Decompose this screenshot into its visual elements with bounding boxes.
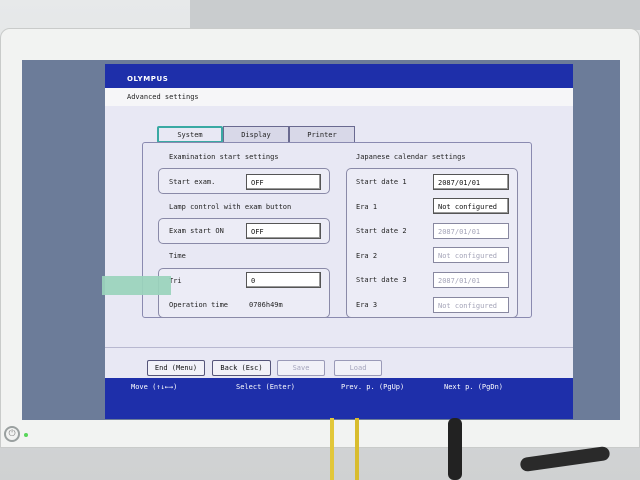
japanese-calendar-group xyxy=(346,168,518,318)
start-date-3-field: 2087/01/01 xyxy=(433,272,509,288)
start-date-3-label: Start date 3 xyxy=(356,276,407,284)
power-icon[interactable]: ⏻ xyxy=(4,426,20,442)
lamp-control-heading: Lamp control with exam button xyxy=(169,203,292,211)
next-page-hint: Next p. (PgDn) xyxy=(444,383,504,391)
cable-black xyxy=(448,418,462,480)
era-3-select: Not configured xyxy=(433,297,509,313)
trip-field[interactable]: 0 xyxy=(246,272,321,288)
tab-display[interactable]: Display xyxy=(223,126,289,142)
page-title: Advanced settings xyxy=(105,88,573,106)
back-esc-button[interactable]: Back (Esc) xyxy=(212,360,271,376)
cable-yellow-2 xyxy=(355,418,359,480)
wall-panel xyxy=(190,0,640,30)
start-exam-label: Start exam. xyxy=(169,178,216,186)
end-menu-button[interactable]: End (Menu) xyxy=(147,360,205,376)
move-hint: Move (↑↓←→) xyxy=(131,383,178,391)
brand-logo: OLYMPUS xyxy=(127,75,169,83)
start-date-1-label: Start date 1 xyxy=(356,178,407,186)
title-bar: OLYMPUS xyxy=(105,64,573,88)
tab-printer[interactable]: Printer xyxy=(289,126,355,142)
cable-yellow xyxy=(330,418,334,480)
era-2-label: Era 2 xyxy=(356,252,378,260)
japanese-calendar-heading: Japanese calendar settings xyxy=(356,153,466,161)
power-led xyxy=(24,433,28,437)
save-button: Save xyxy=(277,360,325,376)
era-1-label: Era 1 xyxy=(356,203,378,211)
era-1-select[interactable]: Not configured xyxy=(433,198,509,214)
time-heading: Time xyxy=(169,252,186,260)
start-date-2-label: Start date 2 xyxy=(356,227,407,235)
exam-start-heading: Examination start settings xyxy=(169,153,279,161)
exam-start-on-select[interactable]: OFF xyxy=(246,223,321,239)
start-date-1-field[interactable]: 2087/01/01 xyxy=(433,174,509,190)
era-2-select: Not configured xyxy=(433,247,509,263)
prev-page-hint: Prev. p. (PgUp) xyxy=(341,383,405,391)
era-3-label: Era 3 xyxy=(356,301,378,309)
divider xyxy=(105,347,573,348)
exam-start-on-label: Exam start ON xyxy=(169,227,224,235)
operation-time-label: Operation time xyxy=(169,301,229,309)
operation-time-value: 0706h49m xyxy=(249,301,283,309)
start-exam-select[interactable]: OFF xyxy=(246,174,321,190)
tape-sticker xyxy=(102,276,171,295)
load-button: Load xyxy=(334,360,382,376)
start-date-2-field: 2087/01/01 xyxy=(433,223,509,239)
select-hint: Select (Enter) xyxy=(236,383,296,391)
tab-system[interactable]: System xyxy=(157,126,223,143)
